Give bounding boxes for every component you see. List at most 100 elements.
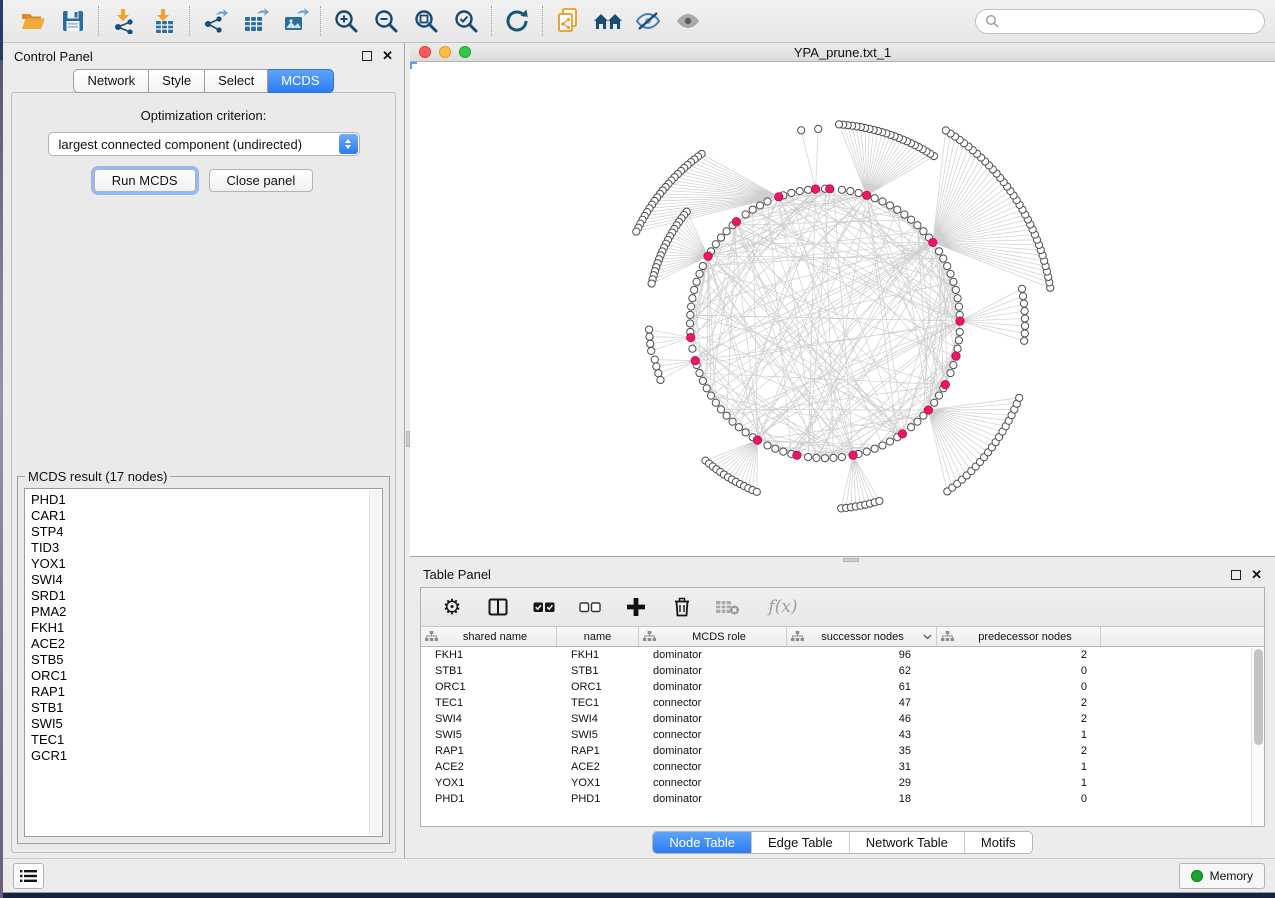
- leaf-node[interactable]: [1021, 315, 1028, 322]
- network-graph[interactable]: [410, 62, 1275, 556]
- ring-node[interactable]: [756, 202, 763, 209]
- tab-select[interactable]: Select: [205, 69, 268, 93]
- float-panel-icon[interactable]: [1231, 570, 1241, 580]
- ring-node[interactable]: [871, 445, 878, 452]
- ring-node[interactable]: [947, 270, 954, 277]
- network-canvas[interactable]: [410, 62, 1275, 556]
- ring-node[interactable]: [935, 248, 942, 255]
- float-panel-icon[interactable]: [362, 51, 372, 61]
- tab-node-table[interactable]: Node Table: [653, 832, 751, 853]
- leaf-node[interactable]: [648, 280, 655, 287]
- table-row[interactable]: SWI5SWI5connector431: [421, 727, 1264, 743]
- leaf-node[interactable]: [1018, 285, 1025, 292]
- table-row[interactable]: ACE2ACE2connector311: [421, 759, 1264, 775]
- list-item[interactable]: YOX1: [31, 556, 368, 572]
- ring-node[interactable]: [954, 345, 961, 352]
- leaf-node[interactable]: [657, 376, 664, 383]
- mcds-node[interactable]: [793, 451, 801, 459]
- deselect-all-checkboxes-button[interactable]: [577, 594, 603, 620]
- table-row[interactable]: SWI4SWI4dominator462: [421, 711, 1264, 727]
- ring-node[interactable]: [780, 448, 787, 455]
- list-item[interactable]: ORC1: [31, 668, 368, 684]
- delete-column-button[interactable]: [669, 594, 695, 620]
- column-header-name[interactable]: name: [557, 627, 639, 646]
- table-row[interactable]: STB1STB1dominator620: [421, 663, 1264, 679]
- ring-node[interactable]: [952, 286, 959, 293]
- ring-node[interactable]: [723, 228, 730, 235]
- ring-node[interactable]: [788, 189, 795, 196]
- list-item[interactable]: PHD1: [31, 492, 368, 508]
- ring-node[interactable]: [838, 454, 845, 461]
- list-item[interactable]: PMA2: [31, 604, 368, 620]
- leaf-node[interactable]: [646, 326, 653, 333]
- ring-node[interactable]: [691, 286, 698, 293]
- mcds-node[interactable]: [687, 333, 695, 341]
- ring-node[interactable]: [950, 278, 957, 285]
- mcds-node[interactable]: [811, 185, 819, 193]
- list-item[interactable]: TEC1: [31, 732, 368, 748]
- list-item[interactable]: STB1: [31, 700, 368, 716]
- list-item[interactable]: RAP1: [31, 684, 368, 700]
- ring-node[interactable]: [688, 303, 695, 310]
- ring-node[interactable]: [956, 328, 963, 335]
- list-item[interactable]: ACE2: [31, 636, 368, 652]
- table-row[interactable]: PHD1PHD1dominator180: [421, 791, 1264, 807]
- memory-button[interactable]: Memory: [1179, 863, 1265, 889]
- export-network-button[interactable]: [195, 4, 235, 38]
- splitter-handle[interactable]: [843, 558, 859, 562]
- gear-button[interactable]: ⚙: [439, 594, 465, 620]
- delete-table-button[interactable]: [715, 594, 741, 620]
- ring-node[interactable]: [901, 211, 908, 218]
- ring-node[interactable]: [847, 188, 854, 195]
- optimization-criterion-dropdown[interactable]: largest connected component (undirected): [48, 132, 360, 156]
- close-panel-icon[interactable]: ✕: [382, 51, 393, 61]
- ring-node[interactable]: [699, 377, 706, 384]
- list-item[interactable]: SRD1: [31, 588, 368, 604]
- ring-node[interactable]: [729, 418, 736, 425]
- ring-node[interactable]: [879, 198, 886, 205]
- mcds-node[interactable]: [956, 317, 964, 325]
- ring-node[interactable]: [712, 399, 719, 406]
- mcds-node[interactable]: [849, 451, 857, 459]
- mcds-node[interactable]: [924, 406, 932, 414]
- ring-node[interactable]: [717, 234, 724, 241]
- tab-mcds[interactable]: MCDS: [268, 69, 333, 93]
- ring-node[interactable]: [908, 216, 915, 223]
- import-table-button[interactable]: [144, 4, 184, 38]
- ring-node[interactable]: [686, 320, 693, 327]
- ring-node[interactable]: [838, 186, 845, 193]
- leaf-node[interactable]: [1020, 293, 1027, 300]
- horizontal-splitter[interactable]: [410, 556, 1275, 562]
- list-item[interactable]: FKH1: [31, 620, 368, 636]
- mcds-node[interactable]: [929, 238, 937, 246]
- ring-node[interactable]: [689, 295, 696, 302]
- tab-motifs[interactable]: Motifs: [964, 832, 1032, 853]
- select-all-checkboxes-button[interactable]: [531, 594, 557, 620]
- table-row[interactable]: FKH1FKH1dominator962: [421, 647, 1264, 663]
- ring-node[interactable]: [821, 455, 828, 462]
- table-row[interactable]: RAP1RAP1dominator352: [421, 743, 1264, 759]
- ring-node[interactable]: [796, 188, 803, 195]
- ring-node[interactable]: [886, 202, 893, 209]
- ring-node[interactable]: [805, 454, 812, 461]
- ring-node[interactable]: [931, 399, 938, 406]
- mcds-node[interactable]: [898, 430, 906, 438]
- ring-node[interactable]: [735, 424, 742, 431]
- leaf-node[interactable]: [942, 127, 949, 134]
- list-item[interactable]: TID3: [31, 540, 368, 556]
- list-item[interactable]: GCR1: [31, 748, 368, 764]
- ring-node[interactable]: [703, 385, 710, 392]
- leaf-node[interactable]: [1020, 300, 1027, 307]
- ring-node[interactable]: [772, 445, 779, 452]
- zoom-selected-button[interactable]: [446, 4, 486, 38]
- ring-node[interactable]: [879, 442, 886, 449]
- leaf-node[interactable]: [653, 363, 660, 370]
- mcds-node[interactable]: [952, 352, 960, 360]
- leaf-node[interactable]: [1021, 330, 1028, 337]
- zoom-in-button[interactable]: [326, 4, 366, 38]
- ring-node[interactable]: [696, 369, 703, 376]
- leaf-node[interactable]: [1021, 322, 1028, 329]
- tab-network[interactable]: Network: [73, 69, 149, 93]
- table-scrollbar[interactable]: [1251, 647, 1264, 826]
- list-item[interactable]: STP4: [31, 524, 368, 540]
